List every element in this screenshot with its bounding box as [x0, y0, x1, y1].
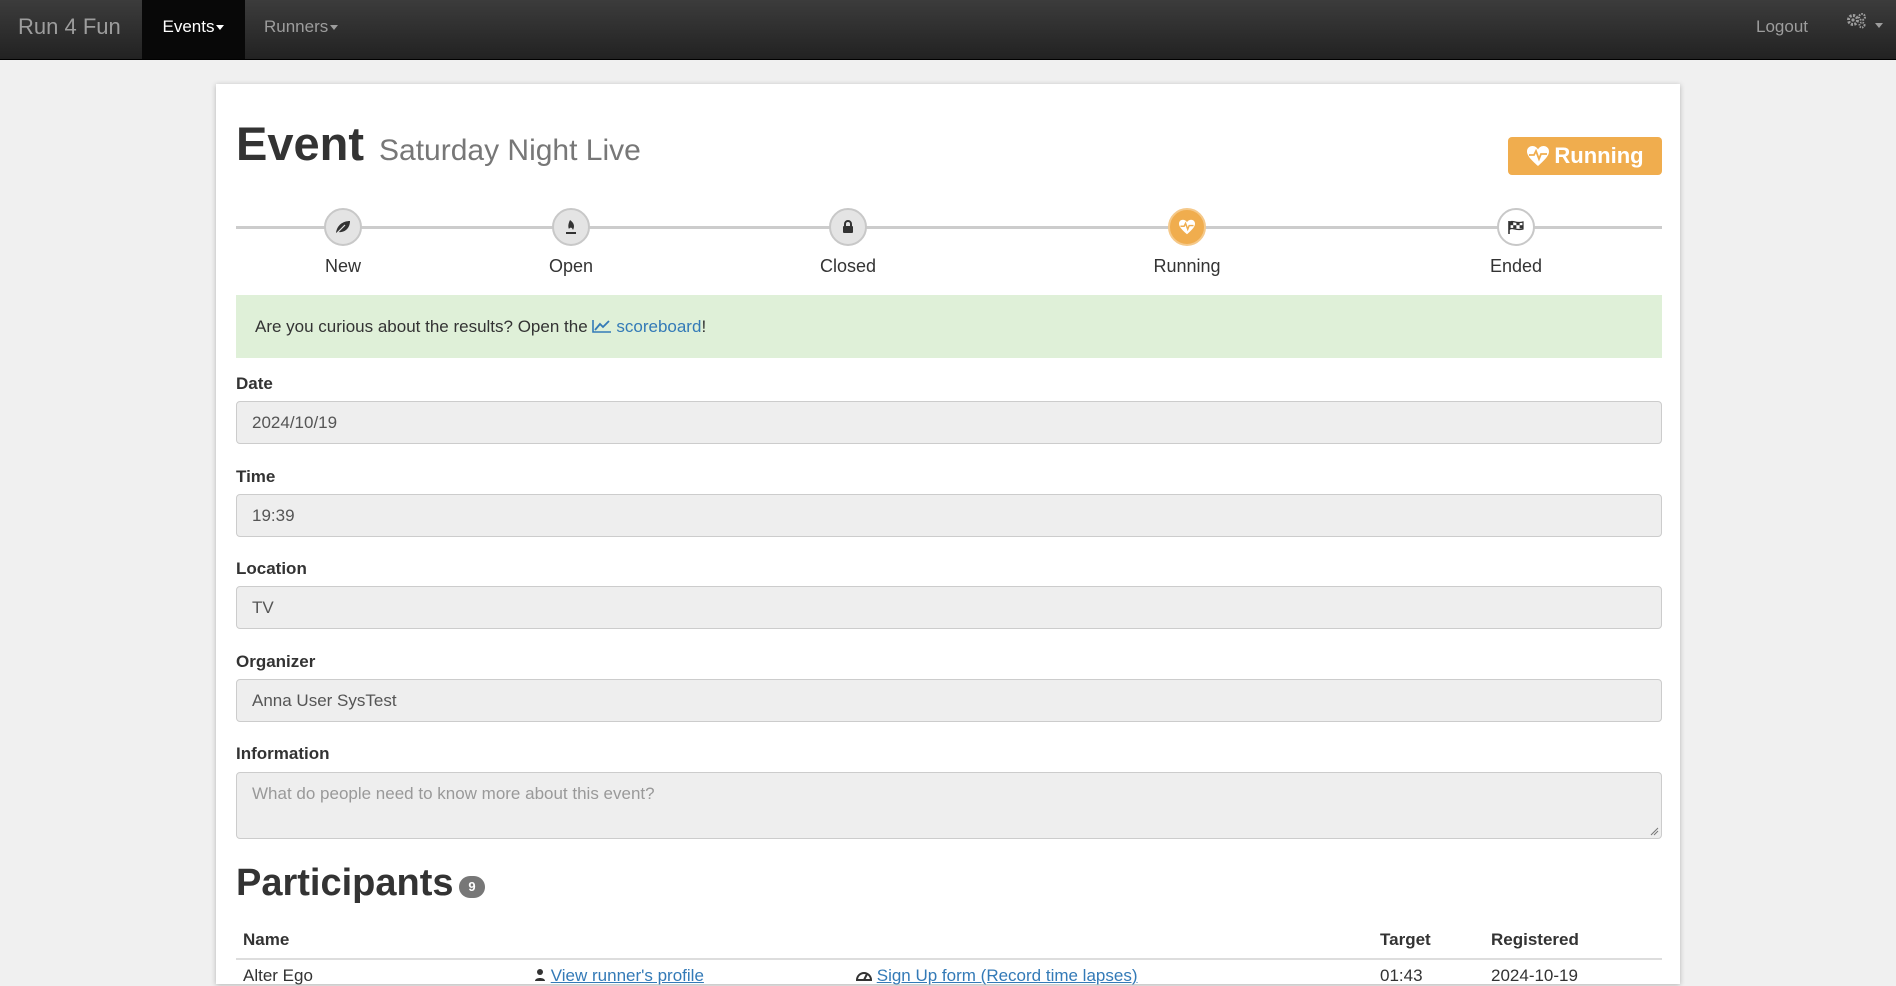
- view-profile-link-label: View runner's profile: [550, 966, 704, 985]
- timeline-step-closed: Closed: [778, 208, 918, 277]
- top-navbar: Run 4 Fun Events Runners Logout: [0, 0, 1896, 60]
- organizer-label: Organizer: [236, 652, 316, 671]
- caret-down-icon: [1874, 23, 1883, 29]
- caret-down-icon: [216, 25, 225, 31]
- gears-icon: [1847, 13, 1866, 29]
- line-chart-icon: [592, 320, 612, 333]
- scoreboard-alert: Are you curious about the results? Open …: [236, 295, 1662, 358]
- caret-down-icon: [330, 25, 339, 31]
- status-badge: Running: [1508, 137, 1662, 175]
- user-icon: [535, 969, 545, 981]
- alert-text-end: !: [701, 317, 707, 336]
- leaf-icon: [335, 221, 350, 235]
- column-header-name: Name: [243, 930, 290, 949]
- step-circle: [829, 208, 867, 246]
- event-name: Saturday Night Live: [379, 134, 641, 167]
- column-header-registered: Registered: [1491, 930, 1579, 949]
- signup-form-link[interactable]: Sign Up form (Record time lapses): [855, 966, 1138, 986]
- nav-events-dropdown[interactable]: Events: [142, 0, 245, 59]
- nav-runners-label: Runners: [264, 17, 329, 36]
- column-header-target: Target: [1380, 930, 1431, 949]
- organizer-field[interactable]: Anna User SysTest: [236, 679, 1662, 722]
- step-circle: [324, 208, 362, 246]
- settings-dropdown[interactable]: [1846, 12, 1883, 71]
- timeline-step-new: New: [273, 208, 413, 277]
- location-field[interactable]: TV: [236, 586, 1662, 629]
- step-circle: [1497, 208, 1535, 246]
- resize-grip-icon[interactable]: [1649, 826, 1659, 836]
- scoreboard-link-label: scoreboard: [616, 317, 702, 336]
- time-field[interactable]: 19:39: [236, 494, 1662, 537]
- date-label: Date: [236, 374, 273, 393]
- nav-events-label: Events: [162, 17, 215, 36]
- heartbeat-icon: [1179, 219, 1195, 235]
- scoreboard-link[interactable]: scoreboard: [592, 317, 701, 336]
- information-placeholder: What do people need to know more about t…: [252, 784, 655, 803]
- timeline-step-label: New: [324, 256, 361, 276]
- timeline-step-label: Running: [1153, 256, 1221, 276]
- step-circle-active: [1168, 208, 1206, 246]
- checkered-flag-icon: [1508, 220, 1524, 234]
- step-circle: [552, 208, 590, 246]
- brand-link[interactable]: Run 4 Fun: [18, 14, 121, 40]
- alert-text: Are you curious about the results? Open …: [255, 317, 593, 336]
- heartbeat-icon: [1527, 146, 1550, 166]
- status-badge-label: Running: [1554, 143, 1644, 168]
- lock-icon: [843, 220, 853, 233]
- timeline-step-label: Open: [548, 256, 594, 276]
- participants-count-badge: 9: [459, 876, 485, 898]
- location-label: Location: [236, 559, 307, 578]
- logout-link[interactable]: Logout: [1756, 0, 1808, 59]
- timeline-step-label: Closed: [819, 256, 877, 276]
- table-header-divider: [236, 958, 1662, 960]
- time-label: Time: [236, 467, 276, 486]
- participant-registered: 2024-10-19: [1491, 966, 1578, 985]
- fire-icon: [566, 220, 576, 234]
- participants-title: Participants: [236, 862, 454, 904]
- signup-form-link-label: Sign Up form (Record time lapses): [876, 966, 1138, 985]
- information-label: Information: [236, 744, 330, 763]
- page-title: Event: [236, 117, 364, 170]
- information-textarea[interactable]: What do people need to know more about t…: [236, 772, 1662, 839]
- participant-name: Alter Ego: [243, 966, 313, 985]
- timeline-step-running: Running: [1117, 208, 1257, 277]
- view-profile-link[interactable]: View runner's profile: [534, 966, 704, 986]
- dashboard-icon: [855, 972, 873, 981]
- date-field[interactable]: 2024/10/19: [236, 401, 1662, 444]
- timeline-step-open: Open: [501, 208, 641, 277]
- event-panel: Event Saturday Night Live Running New Op…: [216, 84, 1680, 986]
- timeline-step-ended: Ended: [1446, 208, 1586, 277]
- timeline-step-label: Ended: [1489, 256, 1543, 276]
- participant-target: 01:43: [1380, 966, 1423, 985]
- nav-runners-dropdown[interactable]: Runners: [264, 0, 339, 59]
